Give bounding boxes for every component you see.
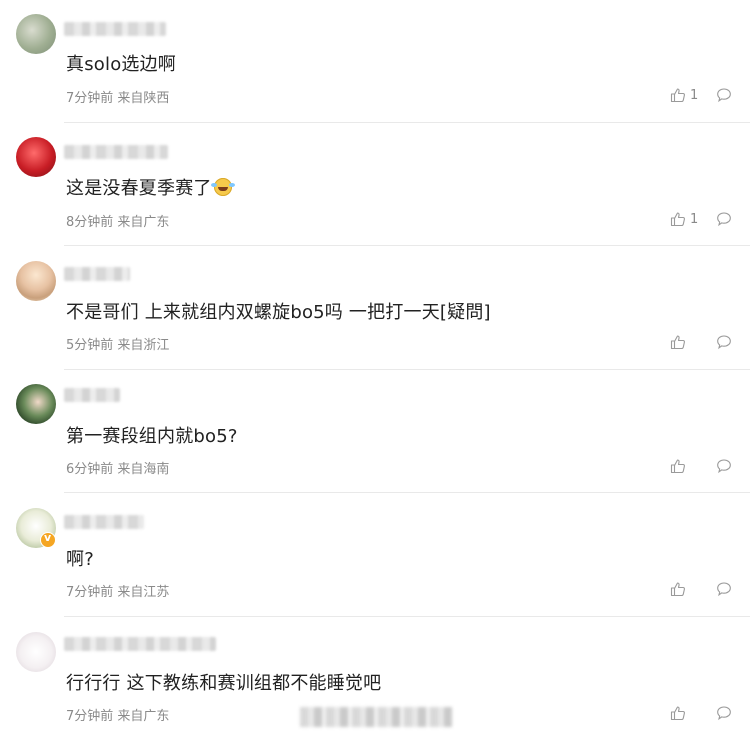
divider [64,616,750,617]
username-blurred[interactable] [64,637,216,651]
divider [64,369,750,370]
comment-text: 真solo选边啊 [66,54,177,75]
like-count: 1 [690,87,699,103]
avatar[interactable] [16,632,56,672]
thumbs-up-icon [670,582,685,597]
comment-meta: 5分钟前 来自浙江 [66,338,170,353]
like-count: 1 [690,211,699,227]
comment-meta: 7分钟前 来自江苏 [66,585,170,600]
username-blurred[interactable] [64,388,120,402]
comment-bubble-icon[interactable] [716,705,732,721]
comment-meta: 6分钟前 来自海南 [66,462,170,477]
username-blurred[interactable] [64,145,168,159]
comment-text: 第一赛段组内就bo5? [66,426,238,447]
comment-bubble-icon[interactable] [716,458,732,474]
like-button[interactable] [670,581,686,597]
watermark-blurred [300,707,452,727]
like-button[interactable]: 1 [670,87,698,103]
thumbs-up-icon [670,706,685,721]
thumbs-up-icon [670,335,685,350]
thumbs-up-icon [670,459,685,474]
like-button[interactable]: 1 [670,211,698,227]
like-button[interactable] [670,458,686,474]
comment-bubble-icon[interactable] [716,211,732,227]
thumbs-up-icon [670,88,685,103]
divider [64,492,750,493]
avatar[interactable] [16,137,56,177]
comment-text: 啊? [66,549,94,570]
laugh-cry-emoji-icon [210,178,232,196]
avatar[interactable] [16,384,56,424]
username-blurred[interactable] [64,22,166,36]
comment-bubble-icon[interactable] [716,334,732,350]
divider [64,122,750,123]
like-button[interactable] [670,334,686,350]
comment-text-line: 这是没春夏季赛了 [66,174,232,200]
username-blurred[interactable] [64,267,130,281]
verified-badge-icon [40,531,56,548]
thumbs-up-icon [670,212,685,227]
comment-meta: 8分钟前 来自广东 [66,215,170,230]
comment-text: 这是没春夏季赛了 [66,178,212,199]
comment-meta: 7分钟前 来自陕西 [66,91,170,106]
avatar[interactable] [16,261,56,301]
avatar[interactable] [16,14,56,54]
comment-bubble-icon[interactable] [716,87,732,103]
divider [64,245,750,246]
like-button[interactable] [670,705,686,721]
comment-meta: 7分钟前 来自广东 [66,709,170,724]
comment-list: 真solo选边啊 7分钟前 来自陕西 1 这是没春夏季赛了 8分钟前 来自广东 … [0,0,754,737]
username-blurred[interactable] [64,515,144,529]
comment-bubble-icon[interactable] [716,581,732,597]
comment-text: 行行行 这下教练和赛训组都不能睡觉吧 [66,673,382,694]
comment-text: 不是哥们 上来就组内双螺旋bo5吗 一把打一天[疑問] [66,302,491,323]
